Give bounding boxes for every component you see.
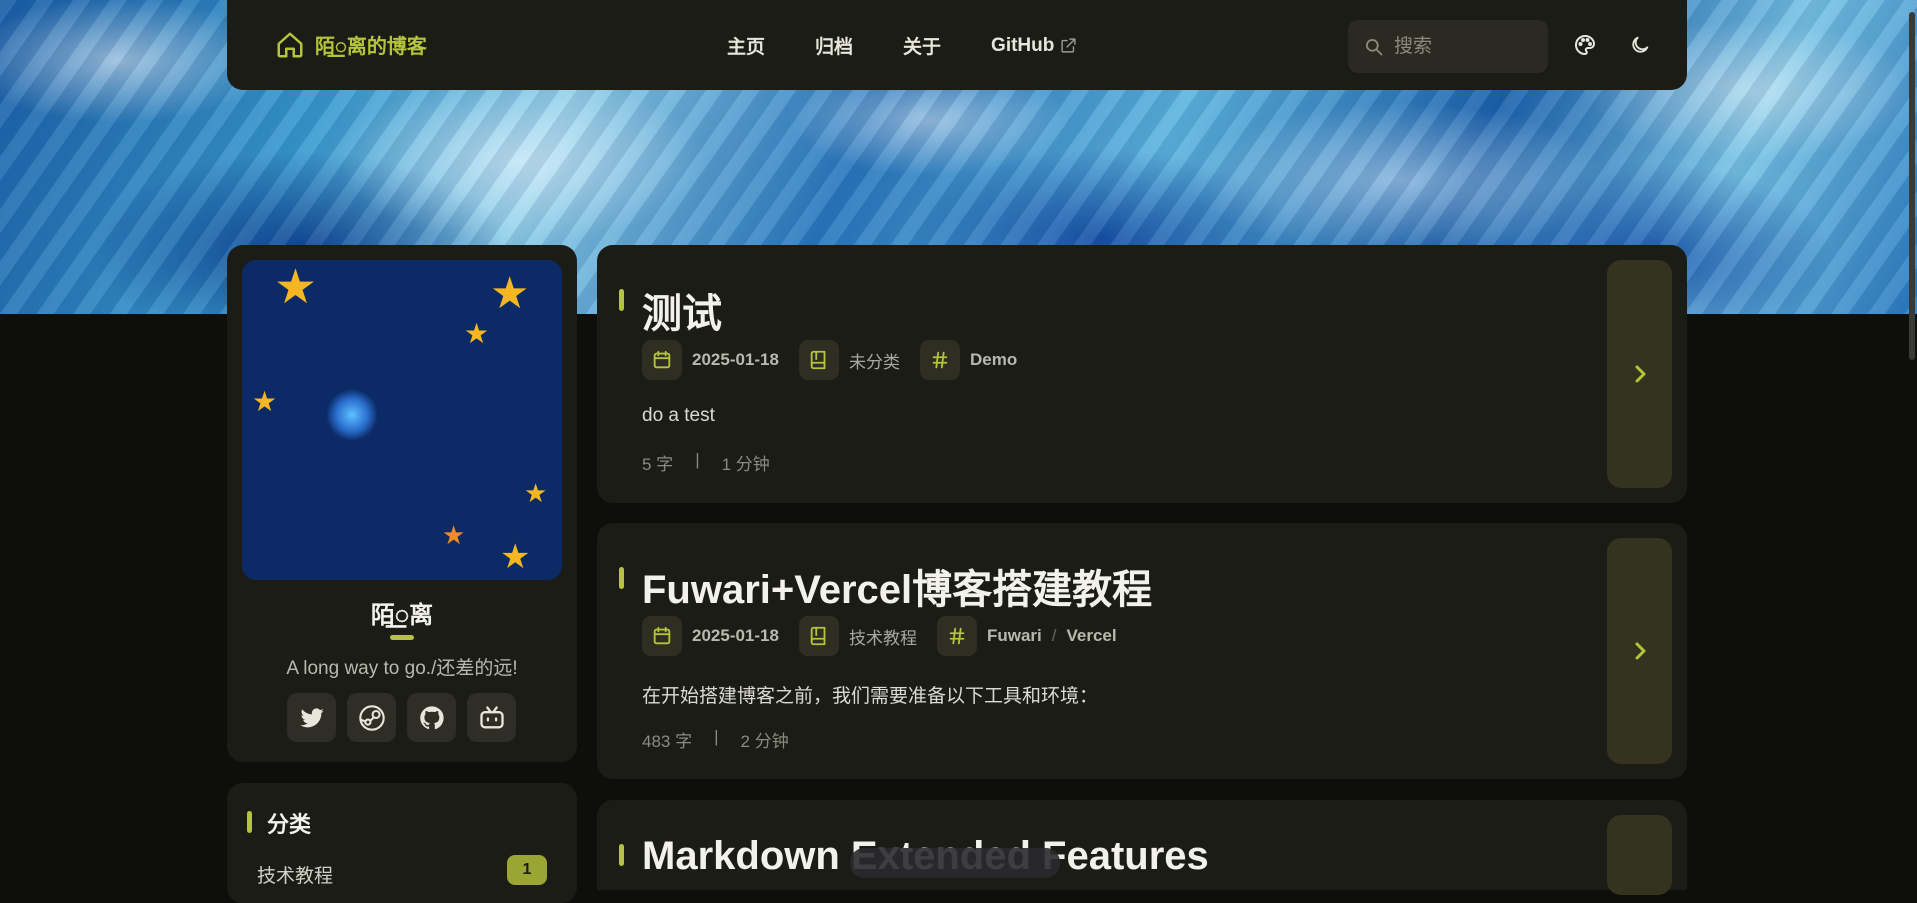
post-date: 2025-01-18: [642, 340, 779, 380]
navbar: 陌꯭离的博客 主页 归档 关于 GitHub: [227, 0, 1687, 90]
read-more-button[interactable]: [1607, 260, 1672, 488]
post-meta: 2025-01-18 技术教程 Fuwari / Vercel: [642, 616, 1137, 656]
bilibili-button[interactable]: [467, 693, 516, 742]
brand-title: 陌꯭离的博客: [315, 36, 427, 58]
categories-card: 分类 技术教程 1: [227, 783, 577, 903]
name-underline: [390, 635, 414, 640]
floating-toolbar[interactable]: [850, 848, 1060, 878]
post-date: 2025-01-18: [642, 616, 779, 656]
stats-divider: |: [714, 727, 719, 746]
read-time: 1 分钟: [721, 455, 770, 474]
twitter-button[interactable]: [287, 693, 336, 742]
read-more-button[interactable]: [1607, 815, 1672, 895]
bilibili-icon: [479, 705, 504, 728]
star-decoration-icon: ★: [524, 478, 548, 508]
hash-icon: [919, 340, 960, 380]
steam-button[interactable]: [347, 693, 396, 742]
star-decoration-icon: ★: [464, 318, 490, 349]
post-category[interactable]: 未分类: [798, 340, 900, 380]
steam-icon: [358, 704, 385, 731]
post-excerpt: 在开始搭建博客之前，我们需要准备以下工具和环境：: [642, 686, 1099, 707]
post-title[interactable]: Fuwari+Vercel博客搭建教程: [642, 557, 1152, 615]
chevron-right-icon: [1635, 642, 1645, 660]
read-time: 2 分钟: [740, 732, 789, 751]
calendar-icon: [642, 340, 682, 380]
categories-title: 分类: [267, 812, 312, 837]
twitter-icon: [299, 707, 324, 727]
star-decoration-icon: ★: [500, 538, 531, 576]
nav-github[interactable]: GitHub: [991, 32, 1077, 59]
nav-archive[interactable]: 归档: [815, 32, 853, 59]
star-decoration-icon: ★: [490, 269, 530, 318]
post-title[interactable]: 测试: [642, 281, 722, 339]
accent-bar: [619, 289, 624, 311]
star-decoration-icon: ★: [442, 520, 466, 550]
profile-bio: A long way to go./还差的远!: [286, 658, 518, 679]
home-icon: [277, 32, 303, 58]
nav-about[interactable]: 关于: [903, 32, 941, 59]
post-category[interactable]: 技术教程: [798, 616, 917, 656]
search-box: [1348, 20, 1548, 73]
book-icon: [798, 340, 839, 380]
search-icon: [1366, 38, 1383, 55]
word-count: 5 字: [642, 455, 674, 474]
dark-mode-button[interactable]: [1625, 30, 1655, 60]
theme-color-button[interactable]: [1570, 30, 1600, 60]
profile-card: ★ ★ ★ ★ ★ ★ ★ 陌꯭离 A long way to go./还差的远…: [227, 245, 577, 762]
post-excerpt: do a test: [642, 405, 715, 426]
star-decoration-icon: ★: [274, 261, 318, 314]
category-item-count: 1: [507, 855, 547, 885]
read-more-button[interactable]: [1607, 538, 1672, 764]
post-card[interactable]: Markdown Extended Features: [597, 800, 1687, 895]
post-tag[interactable]: Demo: [970, 350, 1017, 370]
category-item-label[interactable]: 技术教程: [257, 861, 333, 888]
post-stats: 483 字 | 2 分钟: [642, 727, 789, 752]
post-card[interactable]: 测试 2025-01-18 未分类 Demo do a test 5 字 | 1…: [597, 245, 1687, 503]
post-category-text: 技术教程: [848, 628, 917, 648]
nav-home[interactable]: 主页: [727, 32, 765, 59]
post-date-text: 2025-01-18: [692, 350, 779, 369]
stats-divider: |: [695, 450, 700, 469]
post-category-text: 未分类: [848, 352, 900, 372]
hash-icon: [936, 616, 977, 656]
brand-link[interactable]: 陌꯭离的博客: [275, 30, 427, 60]
calendar-icon: [642, 616, 682, 656]
word-count: 483 字: [642, 732, 693, 751]
accent-bar: [619, 567, 624, 589]
nav-links: 主页 归档 关于 GitHub: [727, 32, 1127, 59]
post-tag[interactable]: Fuwari: [987, 626, 1042, 646]
nav-github-label: GitHub: [991, 34, 1055, 56]
post-card[interactable]: Fuwari+Vercel博客搭建教程 2025-01-18 技术教程 Fuwa…: [597, 523, 1687, 779]
accent-bar: [247, 811, 252, 833]
palette-icon: [1575, 35, 1595, 55]
profile-name: 陌꯭离: [370, 602, 434, 629]
page-scrollbar[interactable]: [1909, 12, 1915, 360]
star-decoration-icon: ★: [252, 386, 278, 417]
avatar[interactable]: ★ ★ ★ ★ ★ ★ ★: [242, 260, 562, 580]
post-date-text: 2025-01-18: [692, 626, 779, 645]
post-tags: Demo: [919, 340, 1017, 380]
post-tags: Fuwari / Vercel: [936, 616, 1117, 656]
external-link-icon: [1061, 38, 1076, 53]
search-input[interactable]: [1394, 35, 1524, 58]
post-stats: 5 字 | 1 分钟: [642, 450, 770, 475]
accent-bar: [619, 844, 624, 866]
post-tag[interactable]: Vercel: [1067, 626, 1117, 646]
moon-icon: [1632, 36, 1649, 53]
tag-separator: /: [1051, 626, 1057, 645]
github-icon: [419, 705, 444, 729]
github-button[interactable]: [407, 693, 456, 742]
post-meta: 2025-01-18 未分类 Demo: [642, 340, 1037, 380]
social-links: [287, 693, 516, 742]
chevron-right-icon: [1635, 365, 1645, 383]
book-icon: [798, 616, 839, 656]
